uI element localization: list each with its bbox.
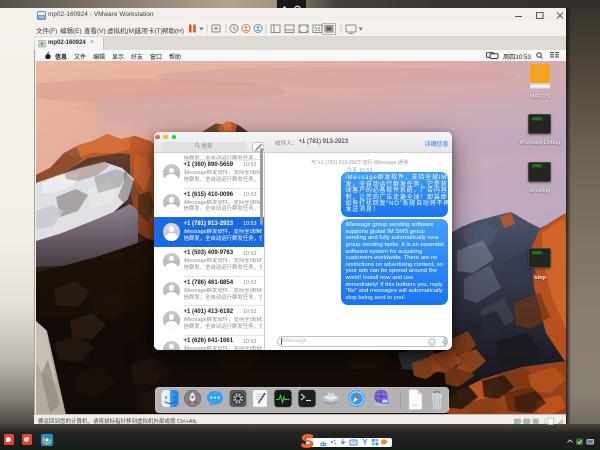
svg-text:TXT: TXT (412, 404, 418, 408)
